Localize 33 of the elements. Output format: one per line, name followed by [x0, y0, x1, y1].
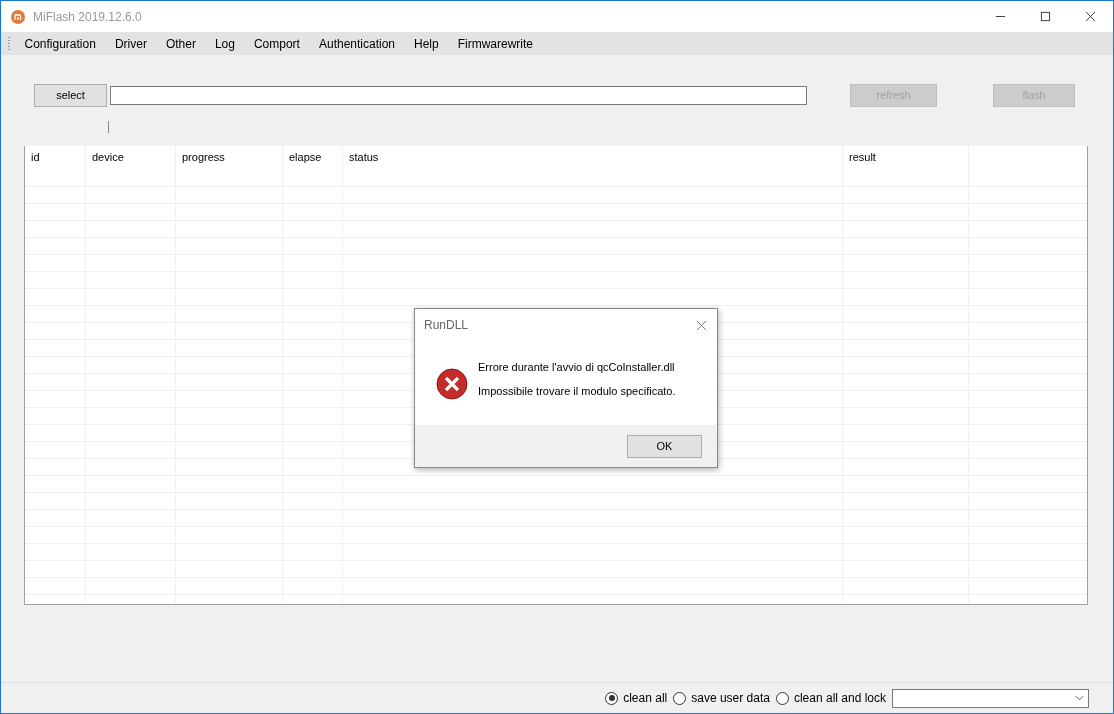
maximize-icon[interactable] [1040, 11, 1051, 22]
radio-label: clean all [623, 691, 668, 705]
error-icon [436, 368, 468, 400]
menu-item[interactable]: Help [404, 36, 449, 51]
ok-button[interactable]: OK [627, 434, 702, 458]
menu-item[interactable]: Log [205, 36, 245, 51]
radio-button[interactable] [605, 691, 619, 705]
menu-item[interactable]: Other [156, 36, 206, 51]
column-header[interactable]: id [25, 146, 86, 186]
window-title: MiFlash 2019.12.6.0 [33, 9, 142, 24]
column-header[interactable]: result [843, 146, 969, 186]
close-icon[interactable] [1085, 11, 1096, 22]
dialog-title: RunDLL [424, 318, 469, 332]
select-button[interactable]: select [34, 83, 107, 107]
column-header[interactable]: progress [176, 146, 283, 186]
menu-item[interactable]: Configuration [15, 36, 106, 51]
column-header[interactable]: elapse [283, 146, 343, 186]
radio-button[interactable] [775, 691, 789, 705]
app-logo-icon [11, 9, 25, 24]
error-message: Errore durante l'avvio di qcCoInstaller.dll [478, 361, 676, 373]
menu-item[interactable]: Authentication [309, 36, 405, 51]
column-header[interactable]: device [86, 146, 176, 186]
caret-icon [1075, 695, 1084, 701]
dropdown[interactable] [892, 688, 1089, 708]
menu-item[interactable]: Comport [244, 36, 310, 51]
radio-label: clean all and lock [793, 691, 886, 705]
radio-button[interactable] [673, 691, 687, 705]
menu-item[interactable]: Firmwarewrite [448, 36, 543, 51]
menu-item[interactable]: Driver [105, 36, 157, 51]
path-field[interactable] [110, 85, 807, 105]
column-header[interactable]: status [343, 146, 843, 186]
error-detail: Impossibile trovare il modulo specificato. [478, 385, 676, 397]
radio-label: save user data [691, 691, 770, 705]
